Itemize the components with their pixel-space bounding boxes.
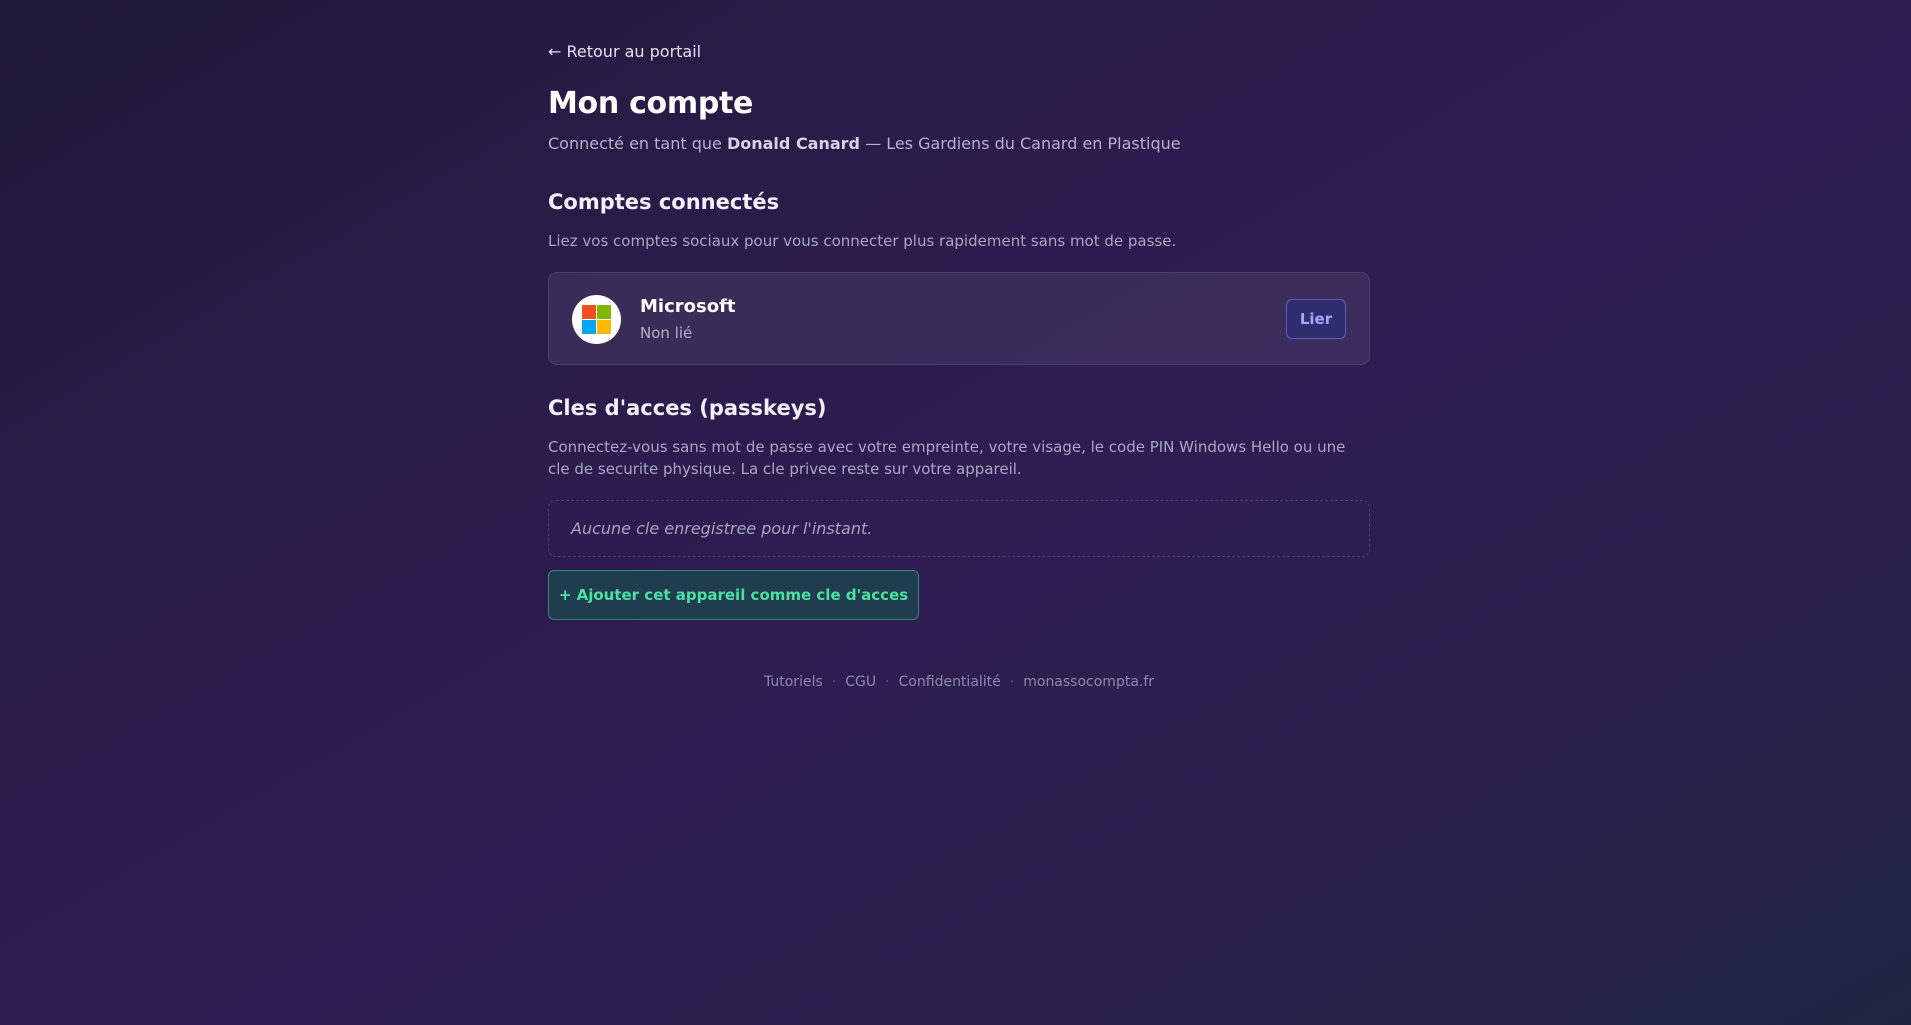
footer-link-website[interactable]: monassocompta.fr	[1023, 674, 1154, 690]
passkeys-description: Connectez-vous sans mot de passe avec vo…	[548, 438, 1346, 478]
provider-status: Non lié	[640, 324, 693, 342]
footer-link-confidentialite[interactable]: Confidentialité	[899, 674, 1001, 690]
connected-prefix: Connecté en tant que	[548, 134, 722, 153]
organization-name: Les Gardiens du Canard en Plastique	[886, 134, 1181, 153]
passkeys-title: Cles d'acces (passkeys)	[548, 396, 827, 420]
microsoft-logo-red-square	[582, 305, 596, 319]
microsoft-account-card: Microsoft Non lié Lier	[548, 272, 1370, 365]
passkeys-empty-message: Aucune cle enregistree pour l'instant.	[571, 519, 873, 538]
microsoft-logo-blue-square	[582, 320, 596, 334]
add-passkey-button[interactable]: + Ajouter cet appareil comme cle d'acces	[548, 570, 919, 620]
page-title: Mon compte	[548, 86, 754, 121]
microsoft-logo-green-square	[597, 305, 611, 319]
footer-link-cgu[interactable]: CGU	[845, 674, 876, 690]
user-name: Donald Canard	[726, 134, 861, 153]
microsoft-logo-grid	[582, 305, 611, 334]
subtitle-separator: —	[865, 134, 882, 153]
connected-accounts-description: Liez vos comptes sociaux pour vous conne…	[548, 232, 1177, 250]
link-microsoft-button[interactable]: Lier	[1286, 299, 1346, 339]
footer-link-tutoriels[interactable]: Tutoriels	[764, 674, 823, 690]
footer-separator: ·	[1009, 674, 1015, 690]
passkeys-empty-state: Aucune cle enregistree pour l'instant.	[548, 500, 1370, 557]
connected-accounts-title: Comptes connectés	[548, 190, 780, 214]
microsoft-logo-icon	[572, 295, 621, 344]
back-to-portal-link[interactable]: ← Retour au portail	[548, 42, 701, 61]
microsoft-logo-yellow-square	[597, 320, 611, 334]
provider-name: Microsoft	[640, 296, 736, 317]
footer: Tutoriels · CGU · Confidentialité · monassocom…	[548, 674, 1370, 690]
footer-separator: ·	[885, 674, 890, 690]
footer-separator: ·	[831, 674, 837, 690]
connected-as-text: Connecté en tant que Donald Canard — Les…	[548, 134, 1181, 153]
